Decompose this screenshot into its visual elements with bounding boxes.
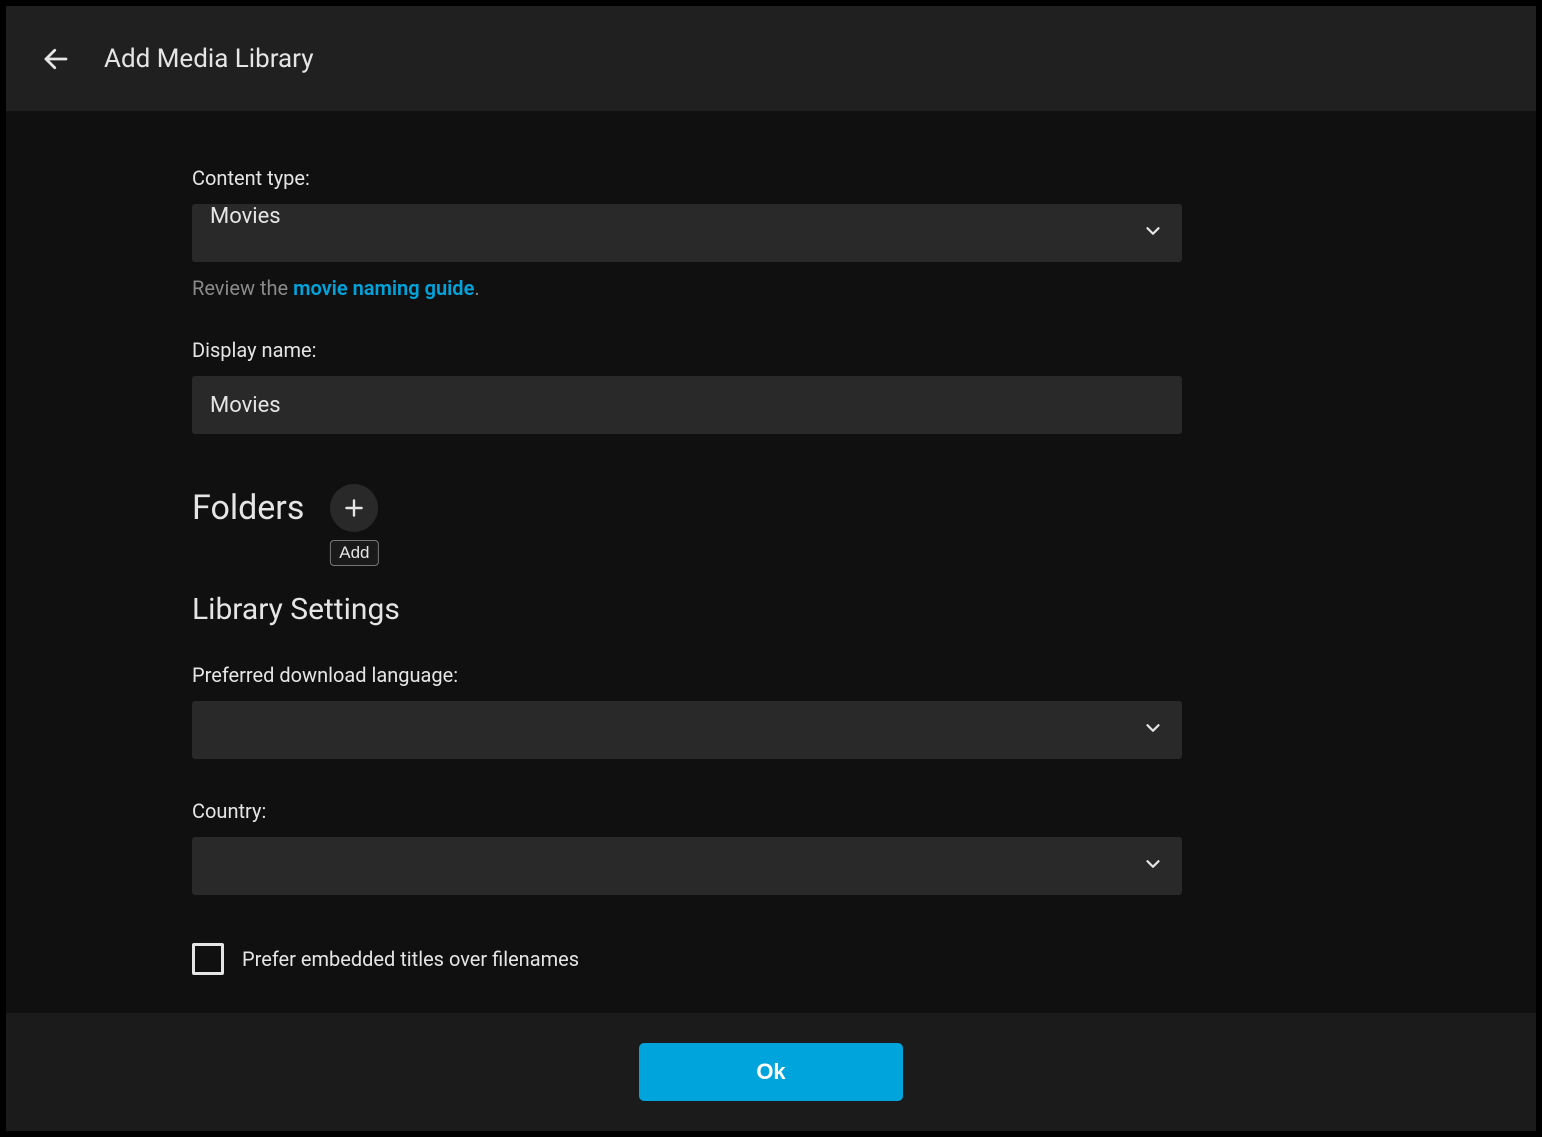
country-label: Country: bbox=[192, 799, 1182, 823]
display-name-input[interactable] bbox=[192, 376, 1182, 434]
back-button[interactable] bbox=[36, 39, 76, 79]
content-type-select-wrap: Movies bbox=[192, 204, 1182, 262]
naming-guide-link[interactable]: movie naming guide bbox=[293, 276, 474, 300]
modal-title: Add Media Library bbox=[104, 44, 314, 74]
library-settings-title: Library Settings bbox=[192, 592, 1182, 627]
ok-button[interactable]: Ok bbox=[639, 1043, 903, 1101]
country-select[interactable] bbox=[192, 837, 1182, 895]
prefer-embedded-label: Prefer embedded titles over filenames bbox=[242, 947, 579, 971]
helper-suffix: . bbox=[474, 276, 479, 300]
arrow-left-icon bbox=[41, 44, 71, 74]
prefer-embedded-checkbox[interactable] bbox=[192, 943, 224, 975]
preferred-language-select-wrap bbox=[192, 701, 1182, 759]
plus-icon bbox=[341, 495, 367, 521]
preferred-language-label: Preferred download language: bbox=[192, 663, 1182, 687]
modal-content: Content type: Movies Review the movie na… bbox=[6, 111, 1536, 1013]
content-type-label: Content type: bbox=[192, 166, 1182, 190]
helper-prefix: Review the bbox=[192, 276, 293, 300]
country-group: Country: bbox=[192, 799, 1182, 895]
modal-header: Add Media Library bbox=[6, 6, 1536, 111]
prefer-embedded-row: Prefer embedded titles over filenames bbox=[192, 943, 1182, 975]
display-name-label: Display name: bbox=[192, 338, 1182, 362]
modal-footer: Ok bbox=[6, 1013, 1536, 1131]
preferred-language-select[interactable] bbox=[192, 701, 1182, 759]
add-folder-button[interactable]: Add bbox=[330, 484, 378, 532]
preferred-language-group: Preferred download language: bbox=[192, 663, 1182, 759]
folders-section-header: Folders Add bbox=[192, 484, 1182, 532]
folders-title: Folders bbox=[192, 488, 304, 528]
content-type-helper: Review the movie naming guide. bbox=[192, 276, 1182, 300]
display-name-group: Display name: bbox=[192, 338, 1182, 434]
country-select-wrap bbox=[192, 837, 1182, 895]
content-type-group: Content type: Movies Review the movie na… bbox=[192, 166, 1182, 300]
content-type-select[interactable]: Movies bbox=[192, 204, 1182, 262]
add-media-library-modal: Add Media Library Content type: Movies R… bbox=[6, 6, 1536, 1131]
add-tooltip: Add bbox=[330, 540, 378, 566]
